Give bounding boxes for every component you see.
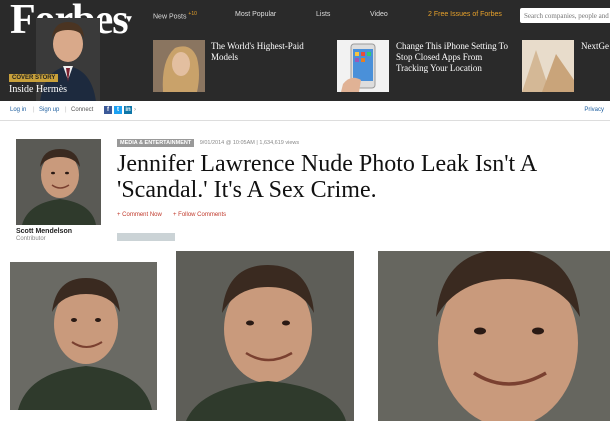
comment-now-link[interactable]: + Comment Now: [117, 212, 162, 218]
nav-video[interactable]: Video: [370, 11, 388, 18]
story-thumb-iphone[interactable]: [337, 40, 389, 92]
author-photo[interactable]: [16, 139, 101, 225]
cover-story-tag: COVER STORY: [9, 74, 59, 82]
article-date: 9/01/2014 @ 10:05AM: [199, 140, 255, 146]
article-headline: Jennifer Lawrence Nude Photo Leak Isn't …: [117, 151, 536, 203]
section-tag[interactable]: MEDIA & ENTERTAINMENT: [117, 139, 195, 147]
chevron-right-icon[interactable]: ›: [134, 107, 136, 113]
new-posts-badge: +10: [188, 11, 197, 17]
author-name[interactable]: Scott Mendelson: [16, 228, 72, 235]
story-thumb-nextgen[interactable]: [522, 40, 574, 92]
chevron-down-icon[interactable]: ▼: [124, 14, 134, 25]
twitter-icon[interactable]: t: [114, 106, 122, 114]
site-header: Forbes ▼ COVER STORY Inside Hermès New P…: [0, 0, 610, 101]
author-role: Contributor: [16, 236, 46, 242]
login-link[interactable]: Log in: [10, 107, 26, 113]
nav-free-issues[interactable]: 2 Free Issues of Forbes: [428, 11, 502, 18]
story-title-models[interactable]: The World's Highest-Paid Models: [211, 41, 331, 63]
facebook-icon[interactable]: f: [104, 106, 112, 114]
search-input[interactable]: [520, 8, 610, 23]
story-title-iphone[interactable]: Change This iPhone Setting To Stop Close…: [396, 41, 514, 74]
article-photo-1: [10, 262, 157, 410]
view-count: 1,634,619 views: [259, 140, 300, 146]
article-photo-2: [176, 251, 354, 421]
follow-comments-link[interactable]: + Follow Comments: [173, 212, 226, 218]
story-thumb-models[interactable]: [153, 40, 205, 92]
story-title-nextgen[interactable]: NextGe: [581, 41, 609, 52]
article-meta: MEDIA & ENTERTAINMENT 9/01/2014 @ 10:05A…: [117, 139, 300, 147]
placeholder-bar: [117, 233, 175, 241]
connect-label: Connect: [71, 107, 94, 113]
nav-lists[interactable]: Lists: [316, 11, 330, 18]
account-bar: Log in | Sign up | Connect f t in › Priv…: [0, 101, 610, 121]
nav-most-popular[interactable]: Most Popular: [235, 11, 276, 18]
nav-new-posts[interactable]: New Posts +10: [153, 11, 197, 20]
privacy-link[interactable]: Privacy: [584, 107, 604, 113]
divider: |: [65, 107, 67, 113]
divider: |: [33, 107, 35, 113]
cover-story-title[interactable]: Inside Hermès: [9, 84, 67, 95]
nav-new-posts-label: New Posts: [153, 13, 187, 21]
article-photo-3: [378, 251, 610, 421]
signup-link[interactable]: Sign up: [39, 107, 59, 113]
linkedin-icon[interactable]: in: [124, 106, 132, 114]
